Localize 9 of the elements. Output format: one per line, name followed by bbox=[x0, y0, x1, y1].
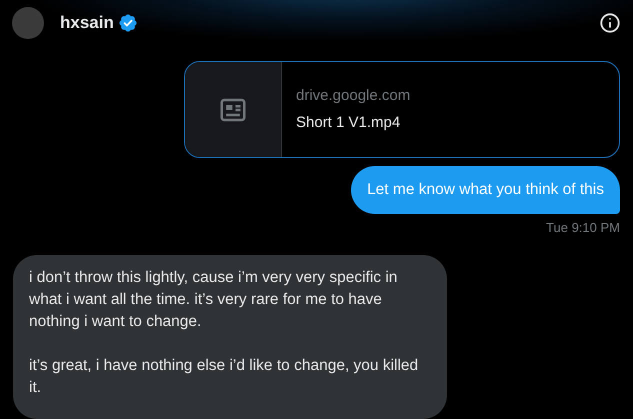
message-text: Let me know what you think of this bbox=[367, 181, 604, 198]
message-text: i don’t throw this lightly, cause i’m very very specific in what i want all the time. it’s very rare for me to have nothing i want to change. bbox=[29, 268, 398, 332]
message-timestamp: Tue 9:10 PM bbox=[546, 218, 620, 236]
link-title: Short 1 V1.mp4 bbox=[296, 112, 402, 133]
link-card[interactable]: drive.google.com Short 1 V1.mp4 bbox=[184, 61, 620, 158]
message-text: it’s great, i have nothing else i’d like to change, you killed it. bbox=[29, 356, 420, 398]
info-icon[interactable] bbox=[599, 12, 621, 34]
user-name[interactable]: hxsain bbox=[60, 10, 114, 36]
link-domain: drive.google.com bbox=[296, 86, 410, 106]
